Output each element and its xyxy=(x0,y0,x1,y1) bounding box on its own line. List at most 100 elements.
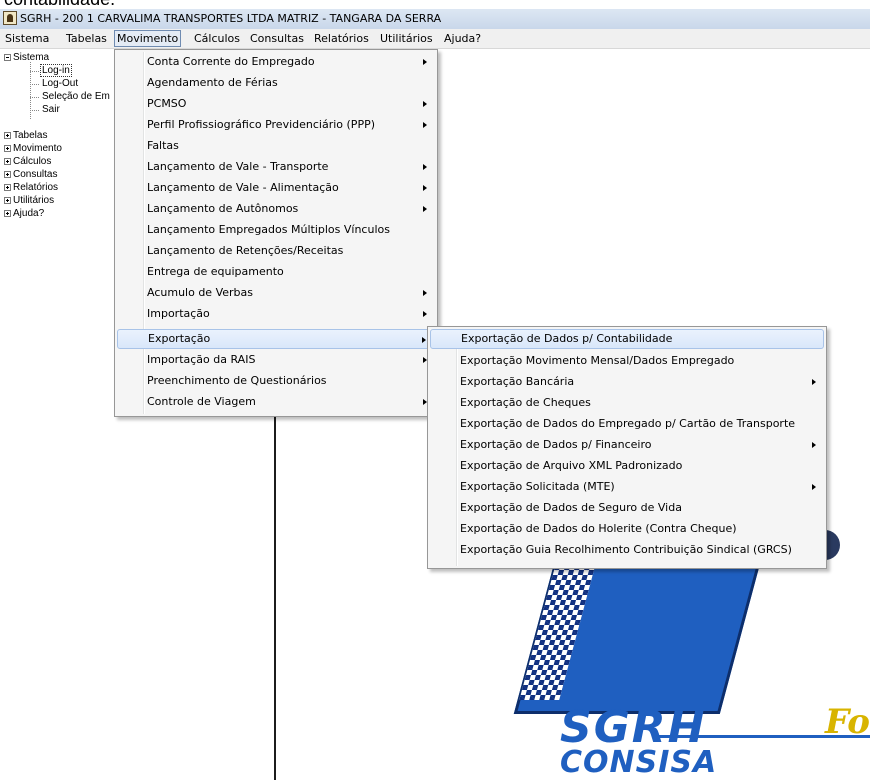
menu-item-label: Acumulo de Verbas xyxy=(147,286,253,299)
menu-item-pcmso[interactable]: PCMSO xyxy=(117,94,435,114)
submenu-arrow-icon xyxy=(423,311,427,317)
menu-item-questionarios[interactable]: Preenchimento de Questionários xyxy=(117,371,435,391)
menu-item-exportacao[interactable]: Exportação xyxy=(117,329,435,349)
title-bar: SGRH - 200 1 CARVALIMA TRANSPORTES LTDA … xyxy=(0,9,870,30)
menu-item-agendamento-ferias[interactable]: Agendamento de Férias xyxy=(117,73,435,93)
menu-movimento[interactable]: Movimento xyxy=(114,30,182,47)
tree-node-movimento[interactable]: Movimento xyxy=(13,143,62,154)
menu-item-label: Exportação de Dados do Holerite (Contra … xyxy=(460,522,737,535)
submenu-arrow-icon xyxy=(423,290,427,296)
movimento-dropdown: Conta Corrente do Empregado Agendamento … xyxy=(114,49,438,417)
tree-node-relatorios[interactable]: Relatórios xyxy=(13,182,58,193)
menu-item-exp-mte[interactable]: Exportação Solicitada (MTE) xyxy=(430,477,824,497)
menu-tabelas[interactable]: Tabelas xyxy=(64,31,109,46)
menu-item-importacao-rais[interactable]: Importação da RAIS xyxy=(117,350,435,370)
tree-node-calculos[interactable]: Cálculos xyxy=(13,156,51,167)
cutoff-text: contabilidade. xyxy=(4,0,115,9)
menu-item-exp-contabilidade[interactable]: Exportação de Dados p/ Contabilidade xyxy=(430,329,824,349)
menu-item-multiplos-vinculos[interactable]: Lançamento Empregados Múltiplos Vínculos xyxy=(117,220,435,240)
menu-ajuda[interactable]: Ajuda? xyxy=(442,31,483,46)
menu-item-exp-bancaria[interactable]: Exportação Bancária xyxy=(430,372,824,392)
tree-node-consultas[interactable]: Consultas xyxy=(13,169,57,180)
menu-item-exp-holerite[interactable]: Exportação de Dados do Holerite (Contra … xyxy=(430,519,824,539)
tree-item-logout[interactable]: Log-Out xyxy=(42,78,78,89)
submenu-arrow-icon xyxy=(422,337,426,343)
menu-item-label: Exportação Movimento Mensal/Dados Empreg… xyxy=(460,354,735,367)
menu-calculos[interactable]: Cálculos xyxy=(192,31,242,46)
menu-bar: Sistema Tabelas Movimento Cálculos Consu… xyxy=(0,29,870,49)
tree-item-label: Log-in xyxy=(40,64,72,77)
cutoff-caption: contabilidade. xyxy=(0,0,870,9)
submenu-arrow-icon xyxy=(423,122,427,128)
menu-item-autonomos[interactable]: Lançamento de Autônomos xyxy=(117,199,435,219)
menu-item-entrega-equipamento[interactable]: Entrega de equipamento xyxy=(117,262,435,282)
menu-item-label: Lançamento de Vale - Transporte xyxy=(147,160,329,173)
menu-item-label: Faltas xyxy=(147,139,179,152)
menu-item-label: Exportação de Cheques xyxy=(460,396,591,409)
menu-item-label: Lançamento Empregados Múltiplos Vínculos xyxy=(147,223,390,236)
expand-icon[interactable] xyxy=(4,145,11,152)
menu-item-label: Importação xyxy=(147,307,210,320)
tree-connector xyxy=(30,110,39,111)
logo-consisa-text: CONSISA xyxy=(560,745,718,780)
menu-item-label: Exportação de Dados p/ Contabilidade xyxy=(461,332,673,345)
menu-item-controle-viagem[interactable]: Controle de Viagem xyxy=(117,392,435,412)
app-icon[interactable] xyxy=(3,11,17,25)
menu-item-exp-cheques[interactable]: Exportação de Cheques xyxy=(430,393,824,413)
tree-node-sistema[interactable]: Sistema xyxy=(13,52,49,63)
menu-item-label: Importação da RAIS xyxy=(147,353,256,366)
menu-item-label: Lançamento de Vale - Alimentação xyxy=(147,181,339,194)
menu-item-acumulo-verbas[interactable]: Acumulo de Verbas xyxy=(117,283,435,303)
expand-icon[interactable] xyxy=(4,171,11,178)
tree-connector xyxy=(30,97,39,98)
menu-item-exp-grcs[interactable]: Exportação Guia Recolhimento Contribuiçã… xyxy=(430,540,824,560)
menu-item-label: Lançamento de Retenções/Receitas xyxy=(147,244,344,257)
menu-item-exp-movimento-mensal[interactable]: Exportação Movimento Mensal/Dados Empreg… xyxy=(430,351,824,371)
menu-item-vale-alimentacao[interactable]: Lançamento de Vale - Alimentação xyxy=(117,178,435,198)
menu-item-label: Perfil Profissiográfico Previdenciário (… xyxy=(147,118,375,131)
menu-item-exp-seguro-vida[interactable]: Exportação de Dados de Seguro de Vida xyxy=(430,498,824,518)
menu-item-label: Conta Corrente do Empregado xyxy=(147,55,315,68)
expand-icon[interactable] xyxy=(4,158,11,165)
tree-node-utilitarios[interactable]: Utilitários xyxy=(13,195,54,206)
menu-item-label: Exportação de Arquivo XML Padronizado xyxy=(460,459,683,472)
expand-icon[interactable] xyxy=(4,184,11,191)
tree-item-sair[interactable]: Sair xyxy=(42,104,60,115)
menu-item-conta-corrente[interactable]: Conta Corrente do Empregado xyxy=(117,52,435,72)
menu-item-faltas[interactable]: Faltas xyxy=(117,136,435,156)
menu-sistema[interactable]: Sistema xyxy=(3,31,51,46)
menu-item-ppp[interactable]: Perfil Profissiográfico Previdenciário (… xyxy=(117,115,435,135)
exportacao-submenu: Exportação de Dados p/ Contabilidade Exp… xyxy=(427,326,827,569)
tree-item-login[interactable]: Log-in xyxy=(40,64,72,77)
submenu-arrow-icon xyxy=(812,484,816,490)
submenu-arrow-icon xyxy=(423,59,427,65)
menu-item-exp-financeiro[interactable]: Exportação de Dados p/ Financeiro xyxy=(430,435,824,455)
menu-relatorios[interactable]: Relatórios xyxy=(312,31,371,46)
menu-item-label: Lançamento de Autônomos xyxy=(147,202,299,215)
collapse-icon[interactable] xyxy=(4,54,11,61)
tree-node-tabelas[interactable]: Tabelas xyxy=(13,130,47,141)
menu-item-label: Exportação de Dados p/ Financeiro xyxy=(460,438,652,451)
menu-item-label: Entrega de equipamento xyxy=(147,265,284,278)
menu-utilitarios[interactable]: Utilitários xyxy=(378,31,435,46)
expand-icon[interactable] xyxy=(4,210,11,217)
menu-item-exp-cartao-transporte[interactable]: Exportação de Dados do Empregado p/ Cart… xyxy=(430,414,824,434)
menu-item-label: Exportação Guia Recolhimento Contribuiçã… xyxy=(460,543,792,556)
submenu-arrow-icon xyxy=(423,206,427,212)
menu-item-vale-transporte[interactable]: Lançamento de Vale - Transporte xyxy=(117,157,435,177)
submenu-arrow-icon xyxy=(423,164,427,170)
menu-consultas[interactable]: Consultas xyxy=(248,31,306,46)
tree-node-ajuda[interactable]: Ajuda? xyxy=(13,208,44,219)
submenu-arrow-icon xyxy=(812,379,816,385)
expand-icon[interactable] xyxy=(4,197,11,204)
menu-item-importacao[interactable]: Importação xyxy=(117,304,435,324)
logo-side-text: Fo xyxy=(825,702,870,742)
tree-item-selecao[interactable]: Seleção de Em xyxy=(42,91,110,102)
menu-item-exp-xml[interactable]: Exportação de Arquivo XML Padronizado xyxy=(430,456,824,476)
menu-item-label: Exportação xyxy=(148,332,211,345)
menu-item-label: Exportação de Dados de Seguro de Vida xyxy=(460,501,682,514)
expand-icon[interactable] xyxy=(4,132,11,139)
submenu-arrow-icon xyxy=(812,442,816,448)
menu-item-retencoes[interactable]: Lançamento de Retenções/Receitas xyxy=(117,241,435,261)
tree-connector xyxy=(30,71,39,72)
